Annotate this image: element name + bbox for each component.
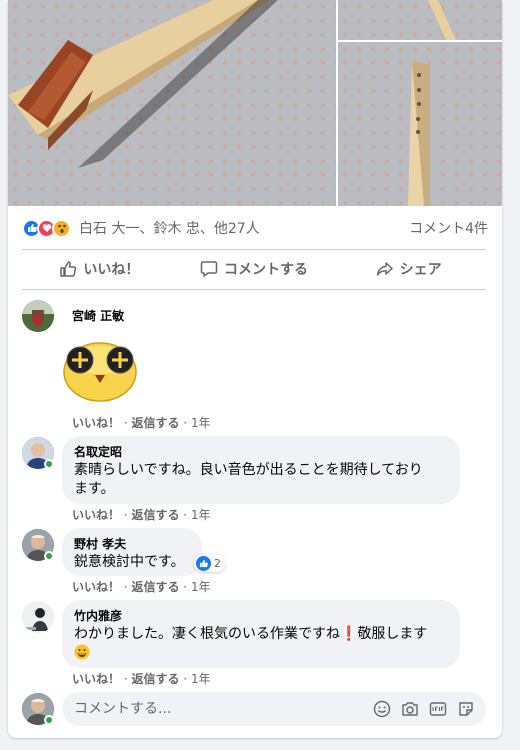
comment-author[interactable]: 野村 孝夫 — [74, 536, 190, 552]
comment-like-link[interactable]: いいね！ — [72, 672, 120, 686]
thumbs-up-icon — [60, 261, 77, 277]
share-button[interactable]: シェア — [331, 252, 486, 286]
comment-reply-link[interactable]: 返信する — [131, 416, 179, 430]
comment-bubble: 野村 孝夫 鋭意検討中です。 — [62, 528, 202, 576]
comment-like-link[interactable]: いいね！ — [72, 416, 120, 430]
online-indicator — [44, 551, 54, 561]
like-icon — [196, 556, 211, 571]
sunglasses-sticker — [62, 338, 138, 402]
grinning-emoji-icon — [74, 644, 90, 660]
comment-reaction-badge[interactable]: 2 — [194, 555, 225, 572]
comment-like-link[interactable]: いいね！ — [72, 508, 120, 522]
comment-bubble: 竹内雅彦 わかりました。凄く根気のいる作業ですね❗敬服します — [62, 600, 460, 668]
post-photo-bottom-right[interactable] — [338, 42, 502, 206]
comment-author[interactable]: 名取定昭 — [74, 444, 448, 460]
comment-meta: いいね！ · 返信する · 1年 — [72, 672, 211, 686]
sticker-icon[interactable] — [456, 699, 476, 719]
wow-icon — [52, 218, 71, 238]
action-bar: いいね！ コメントする シェア — [22, 252, 486, 286]
reaction-count: 2 — [214, 557, 221, 570]
comment-button[interactable]: コメントする — [177, 252, 332, 286]
exclamation-icon: ❗ — [340, 626, 358, 642]
post-photo-main[interactable] — [8, 0, 336, 206]
share-label: シェア — [399, 262, 442, 278]
comment-count[interactable]: コメント4件 — [409, 218, 488, 238]
online-indicator — [44, 715, 54, 725]
like-label: いいね！ — [83, 262, 140, 278]
like-button[interactable]: いいね！ — [22, 252, 177, 286]
comment-time[interactable]: 1年 — [191, 580, 211, 594]
comment-meta: いいね！ · 返信する · 1年 — [72, 508, 211, 522]
comment-composer — [62, 692, 486, 726]
emoji-icon[interactable] — [372, 699, 392, 719]
comment-reply-link[interactable]: 返信する — [131, 508, 179, 522]
reactions-summary[interactable]: 白石 大一、鈴木 忠、他27人 コメント4件 — [22, 212, 488, 244]
post-photo-top-right[interactable] — [338, 0, 502, 40]
comment-text: 素晴らしいですね。良い音色が出ることを期待しており ます。 — [74, 462, 423, 497]
comment-label: コメントする — [224, 262, 308, 278]
comment-like-link[interactable]: いいね！ — [72, 580, 120, 594]
comment-reply-link[interactable]: 返信する — [131, 580, 179, 594]
comment-text: 鋭意検討中です。 — [74, 554, 185, 570]
avatar[interactable] — [22, 601, 54, 633]
online-indicator — [44, 459, 54, 469]
divider — [22, 289, 486, 290]
composer-icons — [372, 699, 476, 719]
comment-input[interactable] — [74, 701, 372, 717]
comment-time[interactable]: 1年 — [191, 416, 211, 430]
comment-meta: いいね！ · 返信する · 1年 — [72, 580, 211, 594]
comment-time[interactable]: 1年 — [191, 672, 211, 686]
gif-icon[interactable] — [428, 699, 448, 719]
comment-meta: いいね！ · 返信する · 1年 — [72, 416, 211, 430]
camera-icon[interactable] — [400, 699, 420, 719]
comment-icon — [200, 261, 218, 277]
comment-text: わかりました。凄く根気のいる作業ですね❗敬服します — [74, 625, 448, 663]
comment-bubble: 名取定昭 素晴らしいですね。良い音色が出ることを期待しており ます。 — [62, 436, 460, 504]
share-icon — [376, 262, 393, 276]
comment-reply-link[interactable]: 返信する — [131, 672, 179, 686]
comment-author[interactable]: 宮崎 正敏 — [72, 307, 124, 324]
reactors-names[interactable]: 白石 大一、鈴木 忠、他27人 — [79, 218, 260, 238]
divider — [22, 249, 486, 250]
avatar[interactable] — [22, 300, 54, 332]
comment-author[interactable]: 竹内雅彦 — [74, 608, 448, 624]
comment-time[interactable]: 1年 — [191, 508, 211, 522]
